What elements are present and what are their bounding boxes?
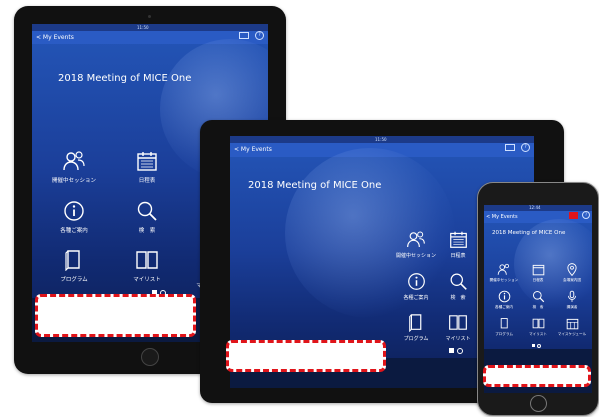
menu-info[interactable]: 各種ご案内 (486, 290, 522, 310)
page-dot-active[interactable] (532, 344, 535, 347)
page-dot-active[interactable] (449, 348, 454, 353)
people-icon (63, 151, 85, 171)
menu-schedule[interactable]: 日程表 (438, 230, 478, 259)
menu-program[interactable]: プログラム (46, 249, 102, 283)
menu-program-label: プログラム (495, 332, 513, 336)
menu-search[interactable]: 検 索 (122, 200, 172, 234)
menu-my-schedule[interactable]: マイスケジュール (554, 317, 590, 337)
calendar-icon (449, 231, 467, 248)
menu-search-label: 検 索 (450, 295, 466, 301)
menu-mylist-label: マイリスト (445, 336, 471, 342)
menu-info[interactable]: 各種ご案内 (392, 272, 440, 301)
book-icon (500, 318, 508, 329)
people-icon (407, 231, 425, 248)
banner-placeholder-phone (483, 365, 591, 387)
page-indicator (449, 348, 463, 354)
menu-program-label: プログラム (60, 277, 88, 283)
menu-program[interactable]: プログラム (486, 317, 522, 337)
page-dot[interactable] (537, 344, 541, 348)
menu-info[interactable]: 各種ご案内 (46, 200, 102, 234)
menu-schedule-label: 日程表 (450, 253, 466, 259)
info-icon (498, 290, 510, 303)
status-bar: 11:50 (32, 24, 268, 31)
menu-mylist[interactable]: マイリスト (522, 317, 554, 337)
book-icon (408, 314, 421, 332)
menu-session[interactable]: 開催中セッション (46, 150, 102, 184)
menu-session-label: 開催中セッション (489, 278, 519, 282)
home-button[interactable] (141, 348, 159, 366)
menu-info-label: 各種ご案内 (495, 305, 513, 309)
menu-speaker-label: 講演者 (566, 305, 578, 309)
menu-my-schedule-label: マイスケジュール (557, 332, 587, 336)
menu-info-label: 各種ご案内 (403, 295, 429, 301)
menu-schedule-label: 日程表 (138, 178, 156, 184)
front-camera (148, 15, 151, 18)
help-icon[interactable]: ? (582, 211, 590, 219)
location-pin-icon (567, 263, 577, 276)
page-dot[interactable] (457, 348, 463, 354)
search-icon (450, 273, 467, 290)
event-title: 2018 Meeting of MICE One (248, 180, 382, 191)
calendar-icon (532, 264, 544, 276)
banner-placeholder-large (35, 294, 196, 337)
page-indicator (532, 344, 541, 348)
menu-session[interactable]: 開催中セッション (392, 230, 440, 259)
menu-search-label: 検 索 (138, 228, 156, 234)
menu-search[interactable]: 検 索 (438, 272, 478, 301)
menu-program-label: プログラム (403, 336, 429, 342)
menu-mylist-label: マイリスト (133, 277, 161, 283)
event-title: 2018 Meeting of MICE One (492, 230, 566, 236)
menu-schedule[interactable]: 日程表 (122, 150, 172, 184)
status-bar: 11:50 (230, 136, 534, 143)
open-book-icon (532, 318, 544, 329)
info-icon (64, 201, 84, 221)
help-icon[interactable]: ? (521, 143, 530, 152)
menu-program[interactable]: プログラム (392, 313, 440, 342)
help-icon[interactable]: ? (255, 31, 264, 40)
menu-session-label: 開催中セッション (395, 253, 436, 259)
book-icon (65, 250, 80, 271)
banner-placeholder-landscape (226, 340, 386, 372)
mail-icon[interactable] (569, 211, 578, 219)
menu-speaker[interactable]: 講演者 (554, 290, 590, 310)
menu-mylist[interactable]: マイリスト (122, 249, 172, 283)
open-book-icon (449, 315, 467, 330)
menu-schedule[interactable]: 日程表 (522, 263, 554, 283)
menu-venue[interactable]: 会場案内図 (554, 263, 590, 283)
back-button[interactable]: < My Events (486, 211, 518, 223)
back-button[interactable]: < My Events (234, 143, 272, 157)
menu-mylist[interactable]: マイリスト (438, 313, 478, 342)
menu-venue-label: 会場案内図 (563, 278, 581, 282)
menu-info-label: 各種ご案内 (60, 228, 88, 234)
menu-session-label: 開催中セッション (51, 178, 96, 184)
search-icon (137, 201, 157, 221)
nav-bar: < My Events ? (484, 211, 592, 223)
event-title: 2018 Meeting of MICE One (58, 73, 192, 84)
mail-icon[interactable] (239, 32, 249, 39)
menu-schedule-label: 日程表 (532, 278, 544, 282)
menu-mylist-label: マイリスト (529, 332, 547, 336)
home-button[interactable] (530, 395, 547, 412)
menu-search[interactable]: 検 索 (522, 290, 554, 310)
calendar-icon (137, 152, 157, 171)
menu-search-label: 検 索 (532, 305, 544, 309)
back-button[interactable]: < My Events (36, 31, 74, 44)
menu-session[interactable]: 開催中セッション (486, 263, 522, 283)
open-book-icon (136, 251, 158, 269)
mail-icon[interactable] (505, 144, 515, 151)
calendar-grid-icon (566, 318, 578, 330)
info-icon (407, 273, 425, 290)
microphone-icon (568, 290, 576, 302)
people-icon (497, 263, 510, 275)
search-icon (532, 291, 544, 303)
